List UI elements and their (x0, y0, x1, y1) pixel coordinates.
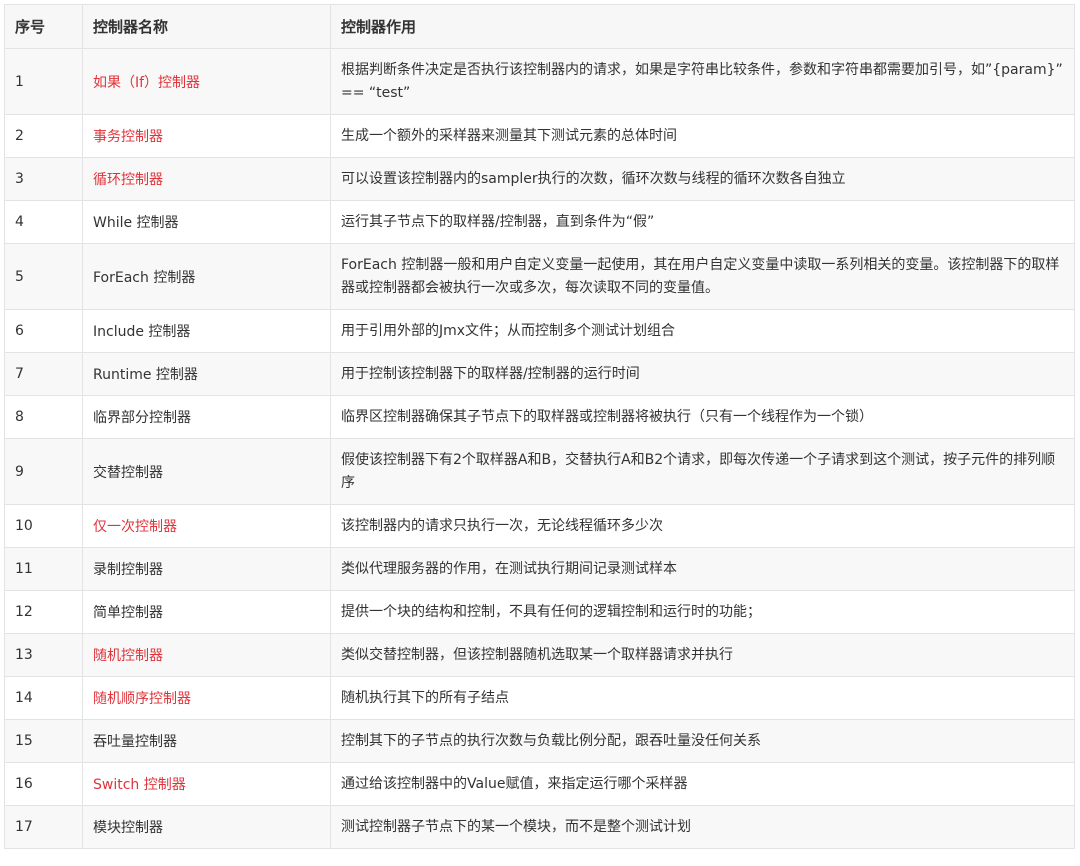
table-row: 17 模块控制器 测试控制器子节点下的某一个模块，而不是整个测试计划 (4, 805, 1075, 849)
row-number: 4 (4, 200, 83, 244)
table-row: 2 事务控制器 生成一个额外的采样器来测量其下测试元素的总体时间 (4, 114, 1075, 158)
controller-name: Runtime 控制器 (82, 352, 331, 396)
row-number: 17 (4, 805, 83, 849)
table-row: 14 随机顺序控制器 随机执行其下的所有子结点 (4, 676, 1075, 720)
controller-name: 模块控制器 (82, 805, 331, 849)
row-number: 8 (4, 395, 83, 439)
row-number: 3 (4, 157, 83, 201)
controller-description: 控制其下的子节点的执行次数与负载比例分配，跟吞吐量没任何关系 (330, 719, 1075, 763)
header-row: 序号 控制器名称 控制器作用 (4, 4, 1075, 49)
controller-description: 类似代理服务器的作用，在测试执行期间记录测试样本 (330, 547, 1075, 591)
row-number: 15 (4, 719, 83, 763)
controller-name: 交替控制器 (82, 438, 331, 505)
header-number: 序号 (4, 4, 83, 49)
table-container: 序号 控制器名称 控制器作用 1 如果（If）控制器 根据判断条件决定是否执行该… (4, 4, 1075, 849)
table-row: 10 仅一次控制器 该控制器内的请求只执行一次，无论线程循环多少次 (4, 504, 1075, 548)
row-number: 6 (4, 309, 83, 353)
controller-description: 随机执行其下的所有子结点 (330, 676, 1075, 720)
row-number: 2 (4, 114, 83, 158)
controller-name: While 控制器 (82, 200, 331, 244)
table-row: 15 吞吐量控制器 控制其下的子节点的执行次数与负载比例分配，跟吞吐量没任何关系 (4, 719, 1075, 763)
table-row: 8 临界部分控制器 临界区控制器确保其子节点下的取样器或控制器将被执行（只有一个… (4, 395, 1075, 439)
row-number: 12 (4, 590, 83, 634)
table-row: 13 随机控制器 类似交替控制器，但该控制器随机选取某一个取样器请求并执行 (4, 633, 1075, 677)
controller-description: 类似交替控制器，但该控制器随机选取某一个取样器请求并执行 (330, 633, 1075, 677)
table-row: 9 交替控制器 假使该控制器下有2个取样器A和B，交替执行A和B2个请求，即每次… (4, 438, 1075, 505)
controller-description: 该控制器内的请求只执行一次，无论线程循环多少次 (330, 504, 1075, 548)
table-row: 1 如果（If）控制器 根据判断条件决定是否执行该控制器内的请求，如果是字符串比… (4, 48, 1075, 115)
controller-name: 录制控制器 (82, 547, 331, 591)
controller-description: 临界区控制器确保其子节点下的取样器或控制器将被执行（只有一个线程作为一个锁） (330, 395, 1075, 439)
row-number: 1 (4, 48, 83, 115)
table-row: 5 ForEach 控制器 ForEach 控制器一般和用户自定义变量一起使用，… (4, 243, 1075, 310)
controller-name: 随机顺序控制器 (82, 676, 331, 720)
row-number: 11 (4, 547, 83, 591)
header-controller-function: 控制器作用 (330, 4, 1075, 49)
header-controller-name: 控制器名称 (82, 4, 331, 49)
controller-name: 事务控制器 (82, 114, 331, 158)
controller-description: 根据判断条件决定是否执行该控制器内的请求，如果是字符串比较条件，参数和字符串都需… (330, 48, 1075, 115)
table-body: 1 如果（If）控制器 根据判断条件决定是否执行该控制器内的请求，如果是字符串比… (4, 48, 1075, 849)
controller-description: 用于控制该控制器下的取样器/控制器的运行时间 (330, 352, 1075, 396)
table-row: 12 简单控制器 提供一个块的结构和控制，不具有任何的逻辑控制和运行时的功能； (4, 590, 1075, 634)
row-number: 9 (4, 438, 83, 505)
table-header: 序号 控制器名称 控制器作用 (4, 4, 1075, 49)
controller-name: 随机控制器 (82, 633, 331, 677)
controller-table: 序号 控制器名称 控制器作用 1 如果（If）控制器 根据判断条件决定是否执行该… (4, 4, 1075, 849)
controller-name: 循环控制器 (82, 157, 331, 201)
controller-name: 临界部分控制器 (82, 395, 331, 439)
table-row: 6 Include 控制器 用于引用外部的Jmx文件；从而控制多个测试计划组合 (4, 309, 1075, 353)
row-number: 13 (4, 633, 83, 677)
controller-description: 测试控制器子节点下的某一个模块，而不是整个测试计划 (330, 805, 1075, 849)
row-number: 14 (4, 676, 83, 720)
controller-description: 提供一个块的结构和控制，不具有任何的逻辑控制和运行时的功能； (330, 590, 1075, 634)
table-row: 11 录制控制器 类似代理服务器的作用，在测试执行期间记录测试样本 (4, 547, 1075, 591)
row-number: 7 (4, 352, 83, 396)
controller-description: 假使该控制器下有2个取样器A和B，交替执行A和B2个请求，即每次传递一个子请求到… (330, 438, 1075, 505)
table-row: 4 While 控制器 运行其子节点下的取样器/控制器，直到条件为“假” (4, 200, 1075, 244)
controller-description: 生成一个额外的采样器来测量其下测试元素的总体时间 (330, 114, 1075, 158)
controller-name: 简单控制器 (82, 590, 331, 634)
table-row: 3 循环控制器 可以设置该控制器内的sampler执行的次数，循环次数与线程的循… (4, 157, 1075, 201)
controller-description: 运行其子节点下的取样器/控制器，直到条件为“假” (330, 200, 1075, 244)
row-number: 5 (4, 243, 83, 310)
table-row: 7 Runtime 控制器 用于控制该控制器下的取样器/控制器的运行时间 (4, 352, 1075, 396)
controller-name: Include 控制器 (82, 309, 331, 353)
row-number: 10 (4, 504, 83, 548)
row-number: 16 (4, 762, 83, 806)
controller-description: 通过给该控制器中的Value赋值，来指定运行哪个采样器 (330, 762, 1075, 806)
controller-name: 吞吐量控制器 (82, 719, 331, 763)
controller-description: ForEach 控制器一般和用户自定义变量一起使用，其在用户自定义变量中读取一系… (330, 243, 1075, 310)
controller-name: 如果（If）控制器 (82, 48, 331, 115)
controller-description: 可以设置该控制器内的sampler执行的次数，循环次数与线程的循环次数各自独立 (330, 157, 1075, 201)
controller-name: 仅一次控制器 (82, 504, 331, 548)
controller-name: ForEach 控制器 (82, 243, 331, 310)
controller-description: 用于引用外部的Jmx文件；从而控制多个测试计划组合 (330, 309, 1075, 353)
controller-name: Switch 控制器 (82, 762, 331, 806)
table-row: 16 Switch 控制器 通过给该控制器中的Value赋值，来指定运行哪个采样… (4, 762, 1075, 806)
